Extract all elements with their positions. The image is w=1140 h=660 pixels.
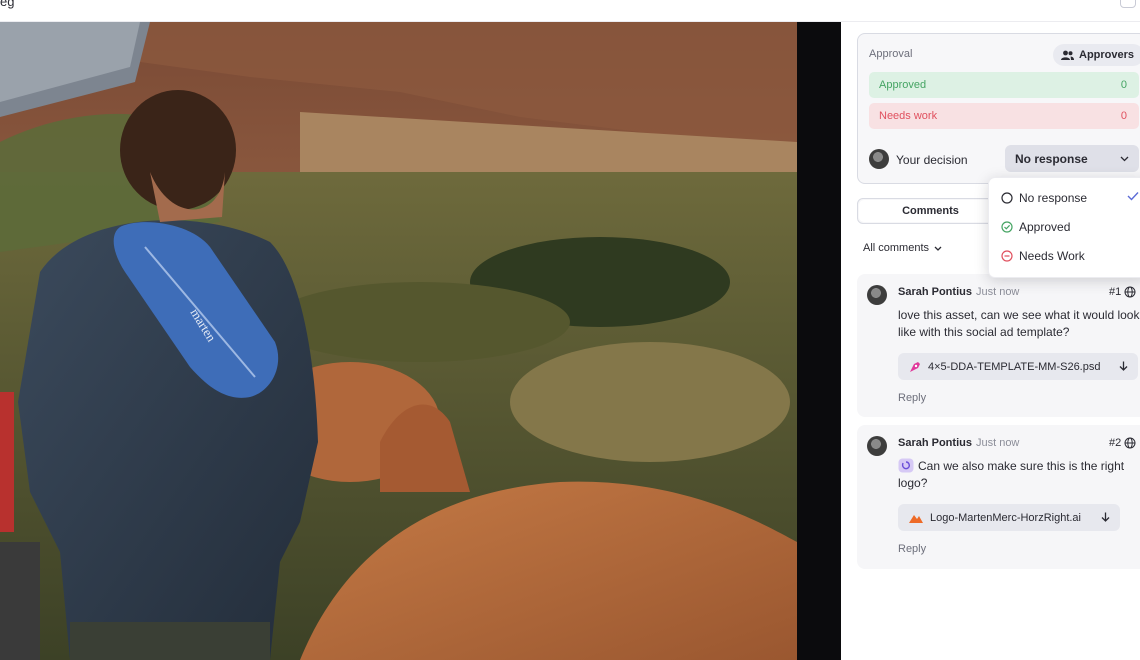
preview-gutter bbox=[797, 22, 841, 660]
comment-number-text: #1 bbox=[1109, 286, 1122, 298]
tab-comments[interactable]: Comments bbox=[859, 200, 1002, 222]
checkmark-icon bbox=[1127, 192, 1139, 201]
needs-work-count: 0 bbox=[1120, 110, 1127, 122]
avatar bbox=[867, 285, 887, 305]
approval-title: Approval bbox=[869, 48, 913, 60]
comment-text-wrapper: Can we also make sure this is the right … bbox=[898, 458, 1140, 492]
comment-time: Just now bbox=[975, 437, 1020, 449]
option-label: Needs Work bbox=[1019, 249, 1085, 263]
comment-number: #2 bbox=[1109, 437, 1136, 449]
check-circle-icon bbox=[1001, 221, 1013, 233]
comment-text: love this asset, can we see what it woul… bbox=[898, 308, 1140, 339]
pen-tool-icon bbox=[910, 361, 920, 372]
author-name: Sarah Pontius bbox=[898, 437, 972, 449]
download-icon[interactable] bbox=[1101, 512, 1110, 523]
approvers-button[interactable]: Approvers bbox=[1053, 44, 1140, 66]
comment-card: Sarah Pontius Just now #2 Can we also mak… bbox=[857, 425, 1140, 569]
decision-dropdown-menu: No response Approved Needs Work bbox=[988, 177, 1140, 278]
approved-label: Approved bbox=[879, 79, 927, 91]
top-bar: eg bbox=[0, 0, 1140, 22]
comment-time: Just now bbox=[975, 286, 1020, 298]
chevron-down-icon bbox=[1120, 156, 1129, 161]
attachment[interactable]: 4×5-DDA-TEMPLATE-MM-S26.psd bbox=[898, 353, 1138, 380]
chevron-down-icon bbox=[934, 246, 942, 251]
logo-icon bbox=[898, 458, 914, 473]
avatar bbox=[867, 436, 887, 456]
globe-icon bbox=[1124, 286, 1136, 298]
file-illustrator-icon bbox=[909, 514, 923, 523]
comment-number-text: #2 bbox=[1109, 437, 1122, 449]
comment-text: Can we also make sure this is the right … bbox=[898, 459, 1125, 490]
attachment[interactable]: Logo-MartenMerc-HorzRight.ai bbox=[898, 504, 1120, 531]
people-icon bbox=[1061, 50, 1074, 60]
decision-select[interactable]: No response bbox=[1005, 145, 1139, 172]
needs-work-row: Needs work 0 bbox=[869, 103, 1139, 129]
reply-button[interactable]: Reply bbox=[898, 543, 926, 555]
minus-circle-icon bbox=[1001, 250, 1013, 262]
file-name: eg bbox=[0, 0, 15, 9]
option-approved[interactable]: Approved bbox=[1001, 220, 1070, 234]
attachment-name: Logo-MartenMerc-HorzRight.ai bbox=[930, 511, 1081, 524]
filter-label: All comments bbox=[863, 242, 930, 254]
approved-count: 0 bbox=[1120, 79, 1127, 91]
option-label: Approved bbox=[1019, 220, 1071, 234]
globe-icon bbox=[1124, 437, 1136, 449]
author-name: Sarah Pontius bbox=[898, 286, 972, 298]
comment-author: Sarah Pontius Just now bbox=[898, 286, 1019, 298]
your-decision-label: Your decision bbox=[896, 153, 968, 167]
option-label: No response bbox=[1019, 191, 1088, 205]
approvers-label: Approvers bbox=[1079, 49, 1135, 61]
approved-row: Approved 0 bbox=[869, 72, 1139, 98]
circle-icon bbox=[1001, 192, 1013, 204]
asset-preview-image: marten bbox=[0, 22, 797, 660]
comment-author: Sarah Pontius Just now bbox=[898, 437, 1019, 449]
avatar bbox=[869, 149, 889, 169]
download-icon[interactable] bbox=[1119, 361, 1128, 372]
decision-value: No response bbox=[1015, 151, 1088, 166]
option-needs-work[interactable]: Needs Work bbox=[1001, 249, 1085, 263]
attachment-name: 4×5-DDA-TEMPLATE-MM-S26.psd bbox=[928, 360, 1101, 373]
reply-button[interactable]: Reply bbox=[898, 392, 926, 404]
corner-button[interactable] bbox=[1120, 0, 1136, 8]
needs-work-label: Needs work bbox=[879, 110, 938, 122]
comments-filter[interactable]: All comments bbox=[863, 242, 942, 254]
option-no-response[interactable]: No response bbox=[1001, 191, 1087, 205]
approval-card: Approval Approvers Approved 0 Needs work… bbox=[857, 33, 1140, 184]
comment-number: #1 bbox=[1109, 286, 1136, 298]
review-panel: Approval Approvers Approved 0 Needs work… bbox=[841, 22, 1140, 660]
comment-card: Sarah Pontius Just now #1 love this asset… bbox=[857, 274, 1140, 417]
